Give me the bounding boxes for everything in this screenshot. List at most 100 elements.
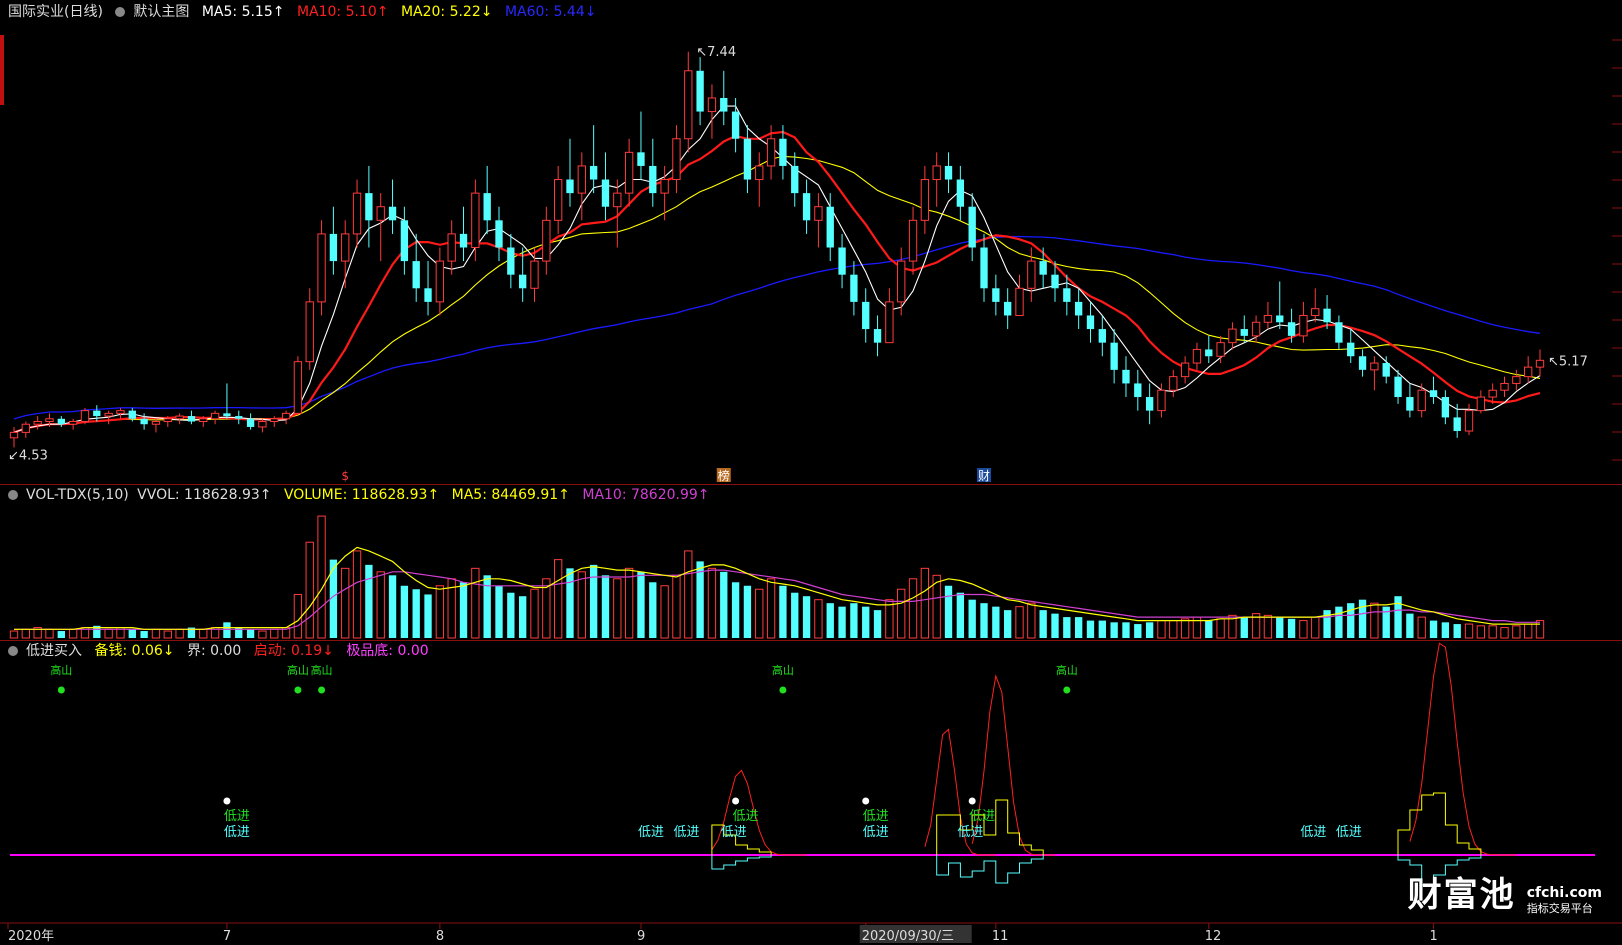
- candle-body: [589, 165, 598, 180]
- candle-body: [766, 138, 776, 167]
- indicator-name[interactable]: 低进买入: [26, 643, 82, 659]
- volume-bar: [1488, 625, 1497, 639]
- volume-bar: [151, 628, 161, 639]
- volume-bar: [1086, 620, 1095, 638]
- volume-bar: [140, 631, 148, 638]
- volume-bar: [1145, 622, 1154, 638]
- candle-body: [1240, 329, 1248, 336]
- top-signal-dot: [294, 686, 302, 694]
- indicator-menu-icon[interactable]: [8, 646, 18, 656]
- jie-value: 界: 0.00: [186, 643, 242, 659]
- template-name[interactable]: 默认主图: [133, 4, 189, 20]
- candle-body: [660, 179, 669, 194]
- top-signal-label: 高山: [772, 663, 794, 677]
- low-entry-label: 低进: [224, 809, 250, 824]
- low-entry-label: 低进: [673, 825, 699, 840]
- jie-steps: [936, 855, 1044, 884]
- marker-dollar: $: [341, 469, 349, 483]
- candle-body: [1004, 301, 1012, 316]
- candle-body: [1192, 348, 1202, 364]
- ma60-line: [13, 235, 1541, 420]
- volume-bar: [1098, 620, 1106, 638]
- candle-body: [696, 70, 704, 112]
- volume-bar: [1370, 602, 1379, 639]
- chart-canvas[interactable]: ↖7.44↙4.53↖5.17榜 财$高山 高山 高山 高山 高山低进 低进 低进 低进低进 低进…: [0, 0, 1622, 945]
- top-signal-dot: [1063, 686, 1071, 694]
- candle-body: [352, 192, 362, 235]
- candle-body: [281, 412, 291, 420]
- candle-body: [293, 361, 303, 414]
- candle-body: [707, 97, 717, 113]
- candle-body: [104, 412, 113, 417]
- low-entry-label: 低进: [957, 825, 983, 840]
- top-signal-dot: [779, 686, 787, 694]
- volume-bar: [376, 571, 385, 639]
- jie-steps: [711, 855, 772, 870]
- volume-bar: [755, 588, 764, 639]
- volume-bar: [613, 578, 622, 639]
- candle-body: [1027, 260, 1036, 289]
- volume-bar: [1406, 613, 1414, 638]
- volume-bar: [258, 630, 267, 639]
- candle-body: [1276, 315, 1284, 323]
- volume-bar: [743, 585, 752, 638]
- volume-bar: [1216, 618, 1225, 639]
- low-entry-label: 低进: [969, 809, 995, 824]
- x-axis-label: 12: [1205, 929, 1222, 944]
- ma5-value: MA5: 5.15↑: [201, 4, 285, 20]
- low-entry-dot: [223, 797, 231, 805]
- volume-bar: [873, 610, 882, 638]
- volume-bar: [826, 603, 834, 638]
- beiqian-value: 备钱: 0.06↓: [94, 643, 175, 659]
- volume-bar: [720, 571, 728, 638]
- volume-bar: [577, 571, 586, 639]
- ma60-value: MA60: 5.44↓: [504, 4, 597, 20]
- candle-body: [223, 413, 231, 417]
- candle-body: [850, 274, 858, 302]
- volume-bar: [802, 596, 811, 638]
- candle-body: [21, 423, 30, 433]
- volume-bar: [1134, 624, 1142, 638]
- candle-body: [388, 206, 397, 221]
- volume-menu-icon[interactable]: [8, 490, 18, 500]
- volume-bar: [1063, 617, 1071, 638]
- candle-body: [1051, 274, 1059, 289]
- candle-body: [1512, 376, 1521, 384]
- volume-bar: [862, 606, 870, 638]
- candle-body: [518, 274, 527, 289]
- low-entry-label: 低进: [1336, 825, 1362, 840]
- candle-body: [826, 206, 834, 248]
- candle-body: [1098, 329, 1106, 343]
- candle-body: [163, 418, 172, 422]
- volume-name[interactable]: VOL-TDX(5,10): [26, 487, 129, 503]
- candle-body: [459, 233, 468, 248]
- candle-body: [1263, 314, 1273, 323]
- volume-bar: [1535, 620, 1545, 639]
- volume-bar: [1335, 606, 1343, 638]
- candle-body: [1110, 342, 1118, 370]
- volume-bar: [1347, 603, 1355, 638]
- candle-body: [151, 421, 161, 425]
- volume-bar: [483, 575, 491, 638]
- candle-body: [1488, 389, 1497, 398]
- candle-body: [1216, 342, 1225, 357]
- x-axis-label: 7: [223, 929, 231, 944]
- candle-body: [1524, 366, 1533, 378]
- template-dropdown-icon[interactable]: [115, 7, 126, 17]
- candle-body: [684, 70, 693, 140]
- candle-body: [1287, 322, 1296, 336]
- candle-body: [566, 179, 574, 194]
- ma5-line: [13, 105, 1541, 433]
- candle-body: [93, 410, 101, 417]
- candle-body: [329, 233, 338, 262]
- candle-body: [412, 261, 420, 289]
- volume-bar: [791, 592, 799, 638]
- candle-body: [507, 247, 515, 275]
- volume-bar: [908, 578, 918, 639]
- candle-body: [128, 410, 136, 419]
- volume-bar: [1015, 606, 1024, 639]
- volume-bar: [1157, 620, 1166, 639]
- vol-ma5-line: [14, 546, 1540, 630]
- ma20-line: [13, 155, 1541, 433]
- volume-bar: [45, 628, 54, 639]
